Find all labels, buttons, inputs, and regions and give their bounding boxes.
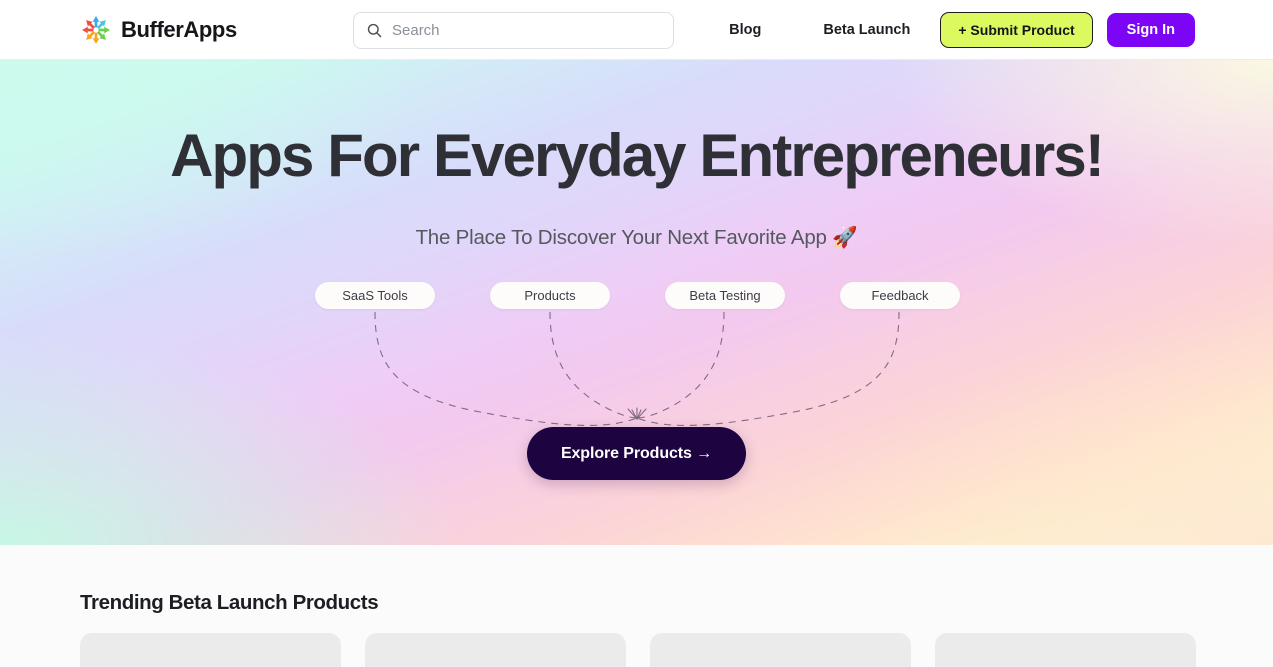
product-card-placeholder[interactable] <box>650 633 911 667</box>
trending-card-row <box>80 633 1210 667</box>
header-actions: Blog Beta Launch + Submit Product Sign I… <box>719 0 1195 60</box>
product-card-placeholder[interactable] <box>935 633 1196 667</box>
chip-products[interactable]: Products <box>490 282 610 309</box>
chip-feedback[interactable]: Feedback <box>840 282 960 309</box>
asterisk-burst-logo-icon <box>80 14 112 46</box>
category-chips: SaaS Tools Products Beta Testing Feedbac… <box>0 282 1273 312</box>
site-header: BufferApps Blog Beta Launch + Submit Pro… <box>0 0 1273 60</box>
nav-link-beta-launch[interactable]: Beta Launch <box>813 16 920 44</box>
chip-beta-testing[interactable]: Beta Testing <box>665 282 785 309</box>
hero-section: Apps For Everyday Entrepreneurs! The Pla… <box>0 60 1273 545</box>
search-bar[interactable] <box>353 12 674 49</box>
hero-subtitle: The Place To Discover Your Next Favorite… <box>415 226 858 249</box>
chip-saas-tools[interactable]: SaaS Tools <box>315 282 435 309</box>
brand-name: BufferApps <box>121 17 237 42</box>
trending-title: Trending Beta Launch Products <box>80 591 379 614</box>
search-icon <box>366 22 383 39</box>
cta-container: Explore Products → <box>0 427 1273 480</box>
page-title: Apps For Everyday Entrepreneurs! <box>170 122 1105 189</box>
product-card-placeholder[interactable] <box>365 633 626 667</box>
sign-in-button[interactable]: Sign In <box>1106 13 1195 47</box>
search-input[interactable] <box>392 22 661 39</box>
nav-link-blog[interactable]: Blog <box>719 16 771 44</box>
submit-product-button[interactable]: + Submit Product <box>940 12 1093 48</box>
brand-logo[interactable]: BufferApps <box>80 0 237 60</box>
trending-section: Trending Beta Launch Products <box>0 545 1273 667</box>
product-card-placeholder[interactable] <box>80 633 341 667</box>
explore-products-button[interactable]: Explore Products → <box>526 427 747 480</box>
